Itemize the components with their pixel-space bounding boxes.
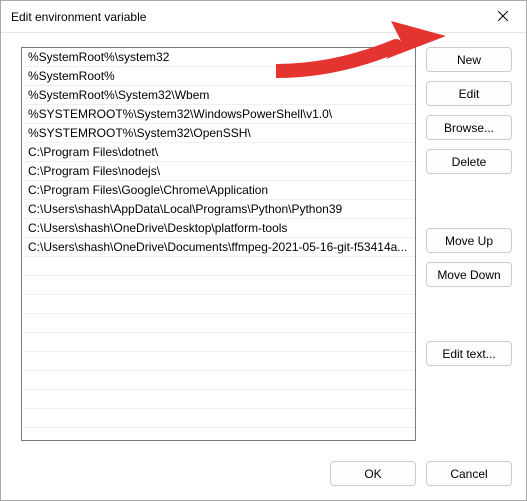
window-title: Edit environment variable <box>11 10 146 24</box>
list-item[interactable]: C:\Users\shash\OneDrive\Documents\ffmpeg… <box>22 238 415 257</box>
list-item[interactable]: %SystemRoot% <box>22 67 415 86</box>
dialog-footer: OK Cancel <box>1 449 526 500</box>
list-item[interactable]: C:\Users\shash\OneDrive\Desktop\platform… <box>22 219 415 238</box>
titlebar: Edit environment variable <box>1 1 526 33</box>
content-area: %SystemRoot%\system32 %SystemRoot% %Syst… <box>1 33 526 449</box>
delete-button[interactable]: Delete <box>426 149 512 174</box>
list-item-empty[interactable] <box>22 295 415 314</box>
ok-button[interactable]: OK <box>330 461 416 486</box>
edit-button[interactable]: Edit <box>426 81 512 106</box>
close-button[interactable] <box>480 1 526 32</box>
side-button-column: New Edit Browse... Delete Move Up Move D… <box>426 47 512 449</box>
list-item-empty[interactable] <box>22 352 415 371</box>
new-button[interactable]: New <box>426 47 512 72</box>
list-item-empty[interactable] <box>22 409 415 428</box>
list-item[interactable]: %SYSTEMROOT%\System32\OpenSSH\ <box>22 124 415 143</box>
dialog-window: Edit environment variable %SystemRoot%\s… <box>0 0 527 501</box>
list-item-empty[interactable] <box>22 371 415 390</box>
move-down-button[interactable]: Move Down <box>426 262 512 287</box>
spacer <box>426 183 512 219</box>
browse-button[interactable]: Browse... <box>426 115 512 140</box>
list-item[interactable]: C:\Program Files\nodejs\ <box>22 162 415 181</box>
list-item[interactable]: %SYSTEMROOT%\System32\WindowsPowerShell\… <box>22 105 415 124</box>
list-item-empty[interactable] <box>22 276 415 295</box>
list-item-empty[interactable] <box>22 257 415 276</box>
list-item[interactable]: C:\Program Files\dotnet\ <box>22 143 415 162</box>
list-item[interactable]: %SystemRoot%\System32\Wbem <box>22 86 415 105</box>
list-item[interactable]: %SystemRoot%\system32 <box>22 48 415 67</box>
edit-text-button[interactable]: Edit text... <box>426 341 512 366</box>
list-item-empty[interactable] <box>22 314 415 333</box>
list-item-empty[interactable] <box>22 390 415 409</box>
list-item-empty[interactable] <box>22 333 415 352</box>
spacer <box>426 296 512 332</box>
close-icon <box>498 10 508 24</box>
cancel-button[interactable]: Cancel <box>426 461 512 486</box>
path-listbox[interactable]: %SystemRoot%\system32 %SystemRoot% %Syst… <box>21 47 416 441</box>
list-item[interactable]: C:\Program Files\Google\Chrome\Applicati… <box>22 181 415 200</box>
move-up-button[interactable]: Move Up <box>426 228 512 253</box>
list-item[interactable]: C:\Users\shash\AppData\Local\Programs\Py… <box>22 200 415 219</box>
